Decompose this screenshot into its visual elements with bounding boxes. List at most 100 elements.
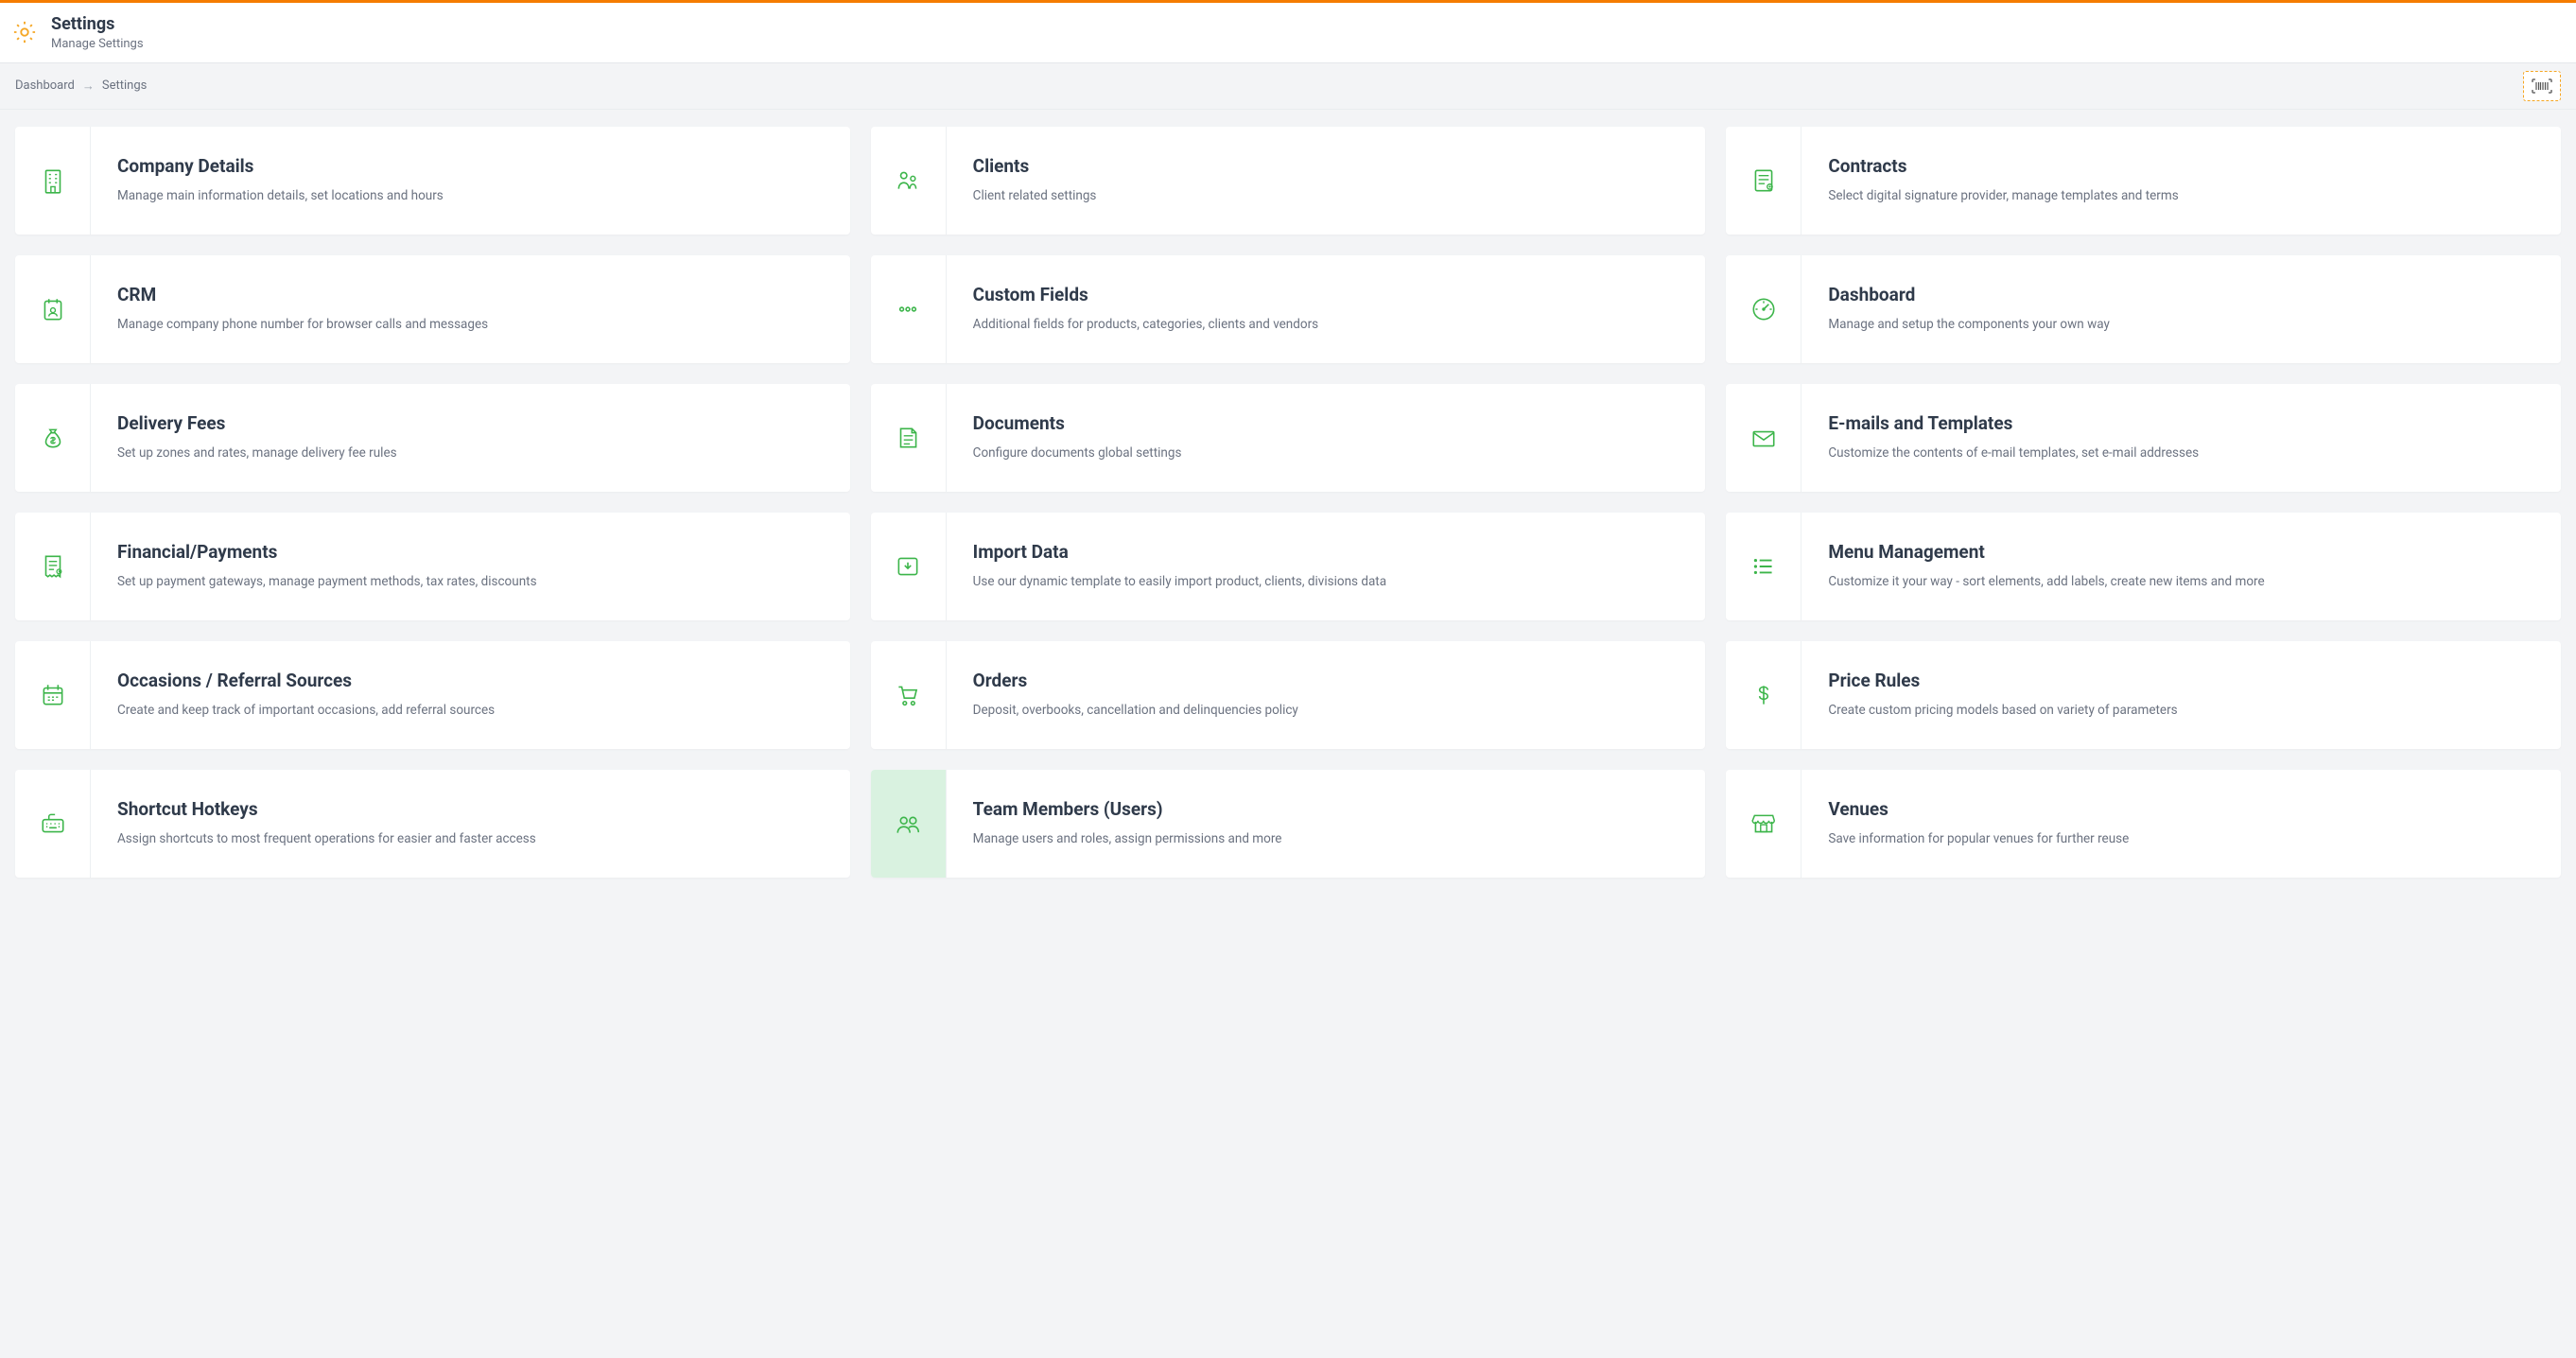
settings-card[interactable]: Orders Deposit, overbooks, cancellation a… bbox=[871, 641, 1706, 749]
envelope-icon bbox=[1726, 384, 1801, 492]
card-description: Customize the contents of e-mail templat… bbox=[1828, 444, 2534, 463]
card-title: Delivery Fees bbox=[117, 412, 824, 435]
keyboard-icon bbox=[15, 770, 91, 878]
card-body: Delivery Fees Set up zones and rates, man… bbox=[91, 384, 850, 492]
settings-card[interactable]: Documents Configure documents global sett… bbox=[871, 384, 1706, 492]
card-description: Manage users and roles, assign permissio… bbox=[973, 830, 1680, 849]
settings-card[interactable]: Team Members (Users) Manage users and rol… bbox=[871, 770, 1706, 878]
card-description: Set up zones and rates, manage delivery … bbox=[117, 444, 824, 463]
card-body: Company Details Manage main information d… bbox=[91, 127, 850, 235]
list-icon bbox=[1726, 513, 1801, 620]
page-header: Settings Manage Settings bbox=[0, 3, 2576, 63]
gauge-icon bbox=[1726, 255, 1801, 363]
settings-card[interactable]: Contracts Select digital signature provid… bbox=[1726, 127, 2561, 235]
card-body: Import Data Use our dynamic template to e… bbox=[947, 513, 1706, 620]
settings-card[interactable]: Menu Management Customize it your way - s… bbox=[1726, 513, 2561, 620]
settings-card[interactable]: Dashboard Manage and setup the components… bbox=[1726, 255, 2561, 363]
cart-icon bbox=[871, 641, 947, 749]
crm-icon bbox=[15, 255, 91, 363]
card-title: Orders bbox=[973, 670, 1680, 692]
settings-card[interactable]: Financial/Payments Set up payment gateway… bbox=[15, 513, 850, 620]
clients-icon bbox=[871, 127, 947, 235]
settings-card[interactable]: Import Data Use our dynamic template to e… bbox=[871, 513, 1706, 620]
breadcrumb-bar: Dashboard → Settings bbox=[0, 63, 2576, 110]
settings-gear-icon bbox=[11, 19, 38, 45]
card-description: Manage and setup the components your own… bbox=[1828, 316, 2534, 335]
card-description: Use our dynamic template to easily impor… bbox=[973, 573, 1680, 592]
card-title: Price Rules bbox=[1828, 670, 2534, 692]
card-title: Clients bbox=[973, 155, 1680, 178]
card-description: Customize it your way - sort elements, a… bbox=[1828, 573, 2534, 592]
card-body: Orders Deposit, overbooks, cancellation a… bbox=[947, 641, 1706, 749]
card-description: Manage main information details, set loc… bbox=[117, 187, 824, 206]
card-description: Assign shortcuts to most frequent operat… bbox=[117, 830, 824, 849]
card-body: Team Members (Users) Manage users and rol… bbox=[947, 770, 1706, 878]
card-title: Shortcut Hotkeys bbox=[117, 798, 824, 821]
card-description: Create custom pricing models based on va… bbox=[1828, 702, 2534, 721]
settings-cards-grid: Company Details Manage main information d… bbox=[15, 127, 2561, 878]
card-body: Occasions / Referral Sources Create and k… bbox=[91, 641, 850, 749]
receipt-icon bbox=[15, 513, 91, 620]
card-title: Menu Management bbox=[1828, 541, 2534, 564]
card-description: Additional fields for products, categori… bbox=[973, 316, 1680, 335]
card-title: Import Data bbox=[973, 541, 1680, 564]
card-body: Venues Save information for popular venue… bbox=[1801, 770, 2561, 878]
card-description: Create and keep track of important occas… bbox=[117, 702, 824, 721]
document-icon bbox=[871, 384, 947, 492]
card-body: Price Rules Create custom pricing models … bbox=[1801, 641, 2561, 749]
settings-card[interactable]: E-mails and Templates Customize the conte… bbox=[1726, 384, 2561, 492]
card-title: Dashboard bbox=[1828, 284, 2534, 306]
card-body: E-mails and Templates Customize the conte… bbox=[1801, 384, 2561, 492]
building-icon bbox=[15, 127, 91, 235]
card-body: Shortcut Hotkeys Assign shortcuts to most… bbox=[91, 770, 850, 878]
moneybag-icon bbox=[15, 384, 91, 492]
card-title: Financial/Payments bbox=[117, 541, 824, 564]
card-body: Documents Configure documents global sett… bbox=[947, 384, 1706, 492]
card-title: Documents bbox=[973, 412, 1680, 435]
dots-icon bbox=[871, 255, 947, 363]
card-body: CRM Manage company phone number for brows… bbox=[91, 255, 850, 363]
settings-card[interactable]: Delivery Fees Set up zones and rates, man… bbox=[15, 384, 850, 492]
settings-card[interactable]: Custom Fields Additional fields for produ… bbox=[871, 255, 1706, 363]
card-title: Venues bbox=[1828, 798, 2534, 821]
settings-card[interactable]: Shortcut Hotkeys Assign shortcuts to most… bbox=[15, 770, 850, 878]
card-title: Company Details bbox=[117, 155, 824, 178]
contract-icon bbox=[1726, 127, 1801, 235]
card-title: CRM bbox=[117, 284, 824, 306]
card-body: Contracts Select digital signature provid… bbox=[1801, 127, 2561, 235]
dollar-icon bbox=[1726, 641, 1801, 749]
barcode-button[interactable] bbox=[2523, 71, 2561, 101]
page-title: Settings bbox=[51, 14, 144, 35]
users-icon bbox=[871, 770, 947, 878]
card-title: E-mails and Templates bbox=[1828, 412, 2534, 435]
card-body: Dashboard Manage and setup the components… bbox=[1801, 255, 2561, 363]
settings-card[interactable]: CRM Manage company phone number for brows… bbox=[15, 255, 850, 363]
card-description: Set up payment gateways, manage payment … bbox=[117, 573, 824, 592]
card-description: Manage company phone number for browser … bbox=[117, 316, 824, 335]
card-description: Deposit, overbooks, cancellation and del… bbox=[973, 702, 1680, 721]
card-title: Contracts bbox=[1828, 155, 2534, 178]
breadcrumb-current: Settings bbox=[102, 78, 147, 93]
barcode-icon bbox=[2532, 78, 2552, 94]
store-icon bbox=[1726, 770, 1801, 878]
card-title: Occasions / Referral Sources bbox=[117, 670, 824, 692]
settings-card[interactable]: Price Rules Create custom pricing models … bbox=[1726, 641, 2561, 749]
card-title: Custom Fields bbox=[973, 284, 1680, 306]
breadcrumb-separator-icon: → bbox=[82, 78, 95, 94]
calendar-icon bbox=[15, 641, 91, 749]
breadcrumb-root-link[interactable]: Dashboard bbox=[15, 78, 75, 93]
card-description: Client related settings bbox=[973, 187, 1680, 206]
card-description: Save information for popular venues for … bbox=[1828, 830, 2534, 849]
settings-card[interactable]: Clients Client related settings bbox=[871, 127, 1706, 235]
card-body: Custom Fields Additional fields for produ… bbox=[947, 255, 1706, 363]
card-description: Configure documents global settings bbox=[973, 444, 1680, 463]
settings-card[interactable]: Company Details Manage main information d… bbox=[15, 127, 850, 235]
card-description: Select digital signature provider, manag… bbox=[1828, 187, 2534, 206]
card-body: Clients Client related settings bbox=[947, 127, 1706, 235]
card-body: Financial/Payments Set up payment gateway… bbox=[91, 513, 850, 620]
breadcrumb: Dashboard → Settings bbox=[15, 78, 147, 94]
card-title: Team Members (Users) bbox=[973, 798, 1680, 821]
settings-card[interactable]: Venues Save information for popular venue… bbox=[1726, 770, 2561, 878]
settings-card[interactable]: Occasions / Referral Sources Create and k… bbox=[15, 641, 850, 749]
import-icon bbox=[871, 513, 947, 620]
